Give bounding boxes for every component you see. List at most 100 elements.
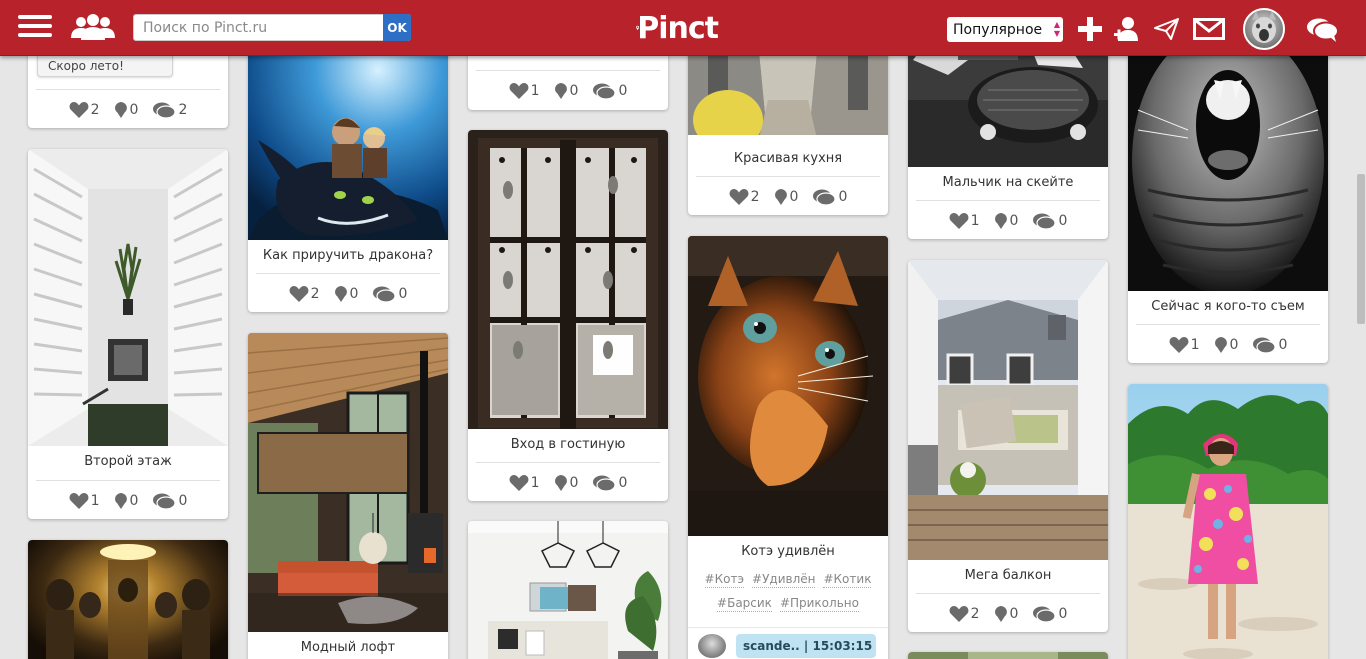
comment-button[interactable]: 2 [152,101,187,119]
people-icon[interactable] [68,14,118,42]
comment-button[interactable]: 0 [592,82,627,100]
mail-icon[interactable] [1193,18,1225,40]
like-button[interactable]: 1 [509,474,540,492]
pin-card[interactable] [468,521,668,659]
sort-select[interactable]: Популярное ▲ ▼ [947,17,1063,42]
menu-icon[interactable] [18,15,52,41]
pin-image[interactable] [248,40,448,240]
pin-image[interactable] [468,521,668,659]
pin-image[interactable] [28,540,228,659]
pin-card[interactable]: Красивая кухня 2 0 0 [688,40,888,215]
pin-icon [554,475,567,491]
like-count: 2 [750,189,760,205]
pin-card[interactable]: Котэ удивлён #Котэ #Удивлён #Котик #Барсик #… [688,236,888,659]
tag-link[interactable]: #Удивлён [752,571,816,588]
comment-button[interactable]: 0 [812,188,847,206]
like-count: 1 [530,83,540,99]
pin-card[interactable] [1128,384,1328,659]
divider [1136,324,1320,325]
pin-image[interactable] [1128,40,1328,295]
comment-bubble: scande.. | 15:03:15 [736,634,876,658]
pin-image[interactable] [688,236,888,536]
repin-button[interactable]: 0 [994,605,1018,623]
user-avatar[interactable] [1243,8,1285,50]
pin-card[interactable]: Вход в гостиную 1 0 0 [468,130,668,501]
pin-card[interactable]: Как приручить дракона? 2 0 0 [248,40,448,312]
tag-link[interactable]: #Котэ [704,571,745,588]
comment-button[interactable]: 0 [152,492,187,510]
repin-count: 0 [1229,337,1239,353]
pin-card[interactable]: Второй этаж 1 0 0 [28,149,228,519]
page-scrollbar[interactable] [1356,56,1366,659]
comment-count: 0 [838,189,848,205]
like-button[interactable]: 1 [1169,336,1200,354]
heart-icon [949,213,969,229]
comment-preview[interactable]: scande.. | 15:03:15 [688,627,888,658]
pin-card[interactable] [28,540,228,659]
comment-button[interactable]: 0 [372,285,407,303]
like-button[interactable]: 2 [289,285,320,303]
comment-button[interactable]: 0 [1032,605,1067,623]
pin-caption: Сейчас я кого-то съем [1151,299,1305,314]
repin-button[interactable]: 0 [774,188,798,206]
pin-stats: 2 0 0 [908,603,1108,625]
pin-card[interactable]: Мега балкон 2 0 0 [908,260,1108,632]
pin-card[interactable]: Сейчас я кого-то съем 1 0 0 [1128,40,1328,363]
add-user-icon[interactable] [1113,16,1141,42]
scrollbar-thumb[interactable] [1357,174,1365,324]
heart-icon [69,493,89,509]
plus-icon[interactable] [1077,16,1103,42]
select-arrows-icon: ▲ ▼ [1053,20,1060,38]
heart-icon [509,83,529,99]
like-count: 2 [310,286,320,302]
comment-button[interactable]: 0 [1252,336,1287,354]
commenter-avatar[interactable] [698,634,726,658]
search-input[interactable] [134,15,384,40]
comments-icon [153,102,177,119]
like-count: 1 [530,475,540,491]
heart-icon [949,606,969,622]
chat-icon[interactable] [1305,15,1339,43]
pin-icon [554,83,567,99]
like-button[interactable]: 2 [729,188,760,206]
repin-button[interactable]: 0 [554,82,578,100]
repin-button[interactable]: 0 [994,212,1018,230]
pin-image[interactable] [908,260,1108,560]
divider [476,462,660,463]
pin-image[interactable] [1128,384,1328,659]
site-logo[interactable]: Pinct [636,8,719,48]
search-submit-button[interactable]: OK [383,14,411,41]
pin-stats: 1 0 0 [1128,334,1328,356]
divider [696,176,880,177]
like-button[interactable]: 2 [949,605,980,623]
pin-image[interactable] [468,130,668,429]
repin-button[interactable]: 0 [1214,336,1239,354]
like-button[interactable]: 1 [69,492,100,510]
pin-card[interactable]: Мальчик на скейте 1 0 0 [908,40,1108,239]
repin-button[interactable]: 0 [334,285,358,303]
pin-image[interactable] [28,149,228,446]
paper-plane-icon[interactable] [1154,17,1180,41]
pin-card[interactable]: Модный лофт [248,333,448,659]
like-count: 1 [90,493,100,509]
pin-card[interactable] [908,652,1108,659]
tag-link[interactable]: #Котик [823,571,872,588]
tag-link[interactable]: #Барсик [717,595,772,612]
pin-stats: 2 0 2 [28,99,228,121]
comment-button[interactable]: 0 [1032,212,1067,230]
pin-image[interactable] [248,333,448,632]
like-button[interactable]: 1 [949,212,980,230]
comments-icon [1033,606,1057,623]
top-navigation-bar: OK Pinct Популярное ▲▼ [0,0,1366,56]
repin-button[interactable]: 0 [114,492,138,510]
pin-icon [114,102,127,118]
tag-link[interactable]: #Прикольно [779,595,859,612]
repin-button[interactable]: 0 [114,101,138,119]
pin-image[interactable] [908,652,1108,659]
like-button[interactable]: 2 [69,101,100,119]
pin-image[interactable] [908,40,1108,167]
pin-caption: Модный лофт [300,640,396,655]
comment-button[interactable]: 0 [592,474,627,492]
like-button[interactable]: 1 [509,82,540,100]
repin-button[interactable]: 0 [554,474,578,492]
